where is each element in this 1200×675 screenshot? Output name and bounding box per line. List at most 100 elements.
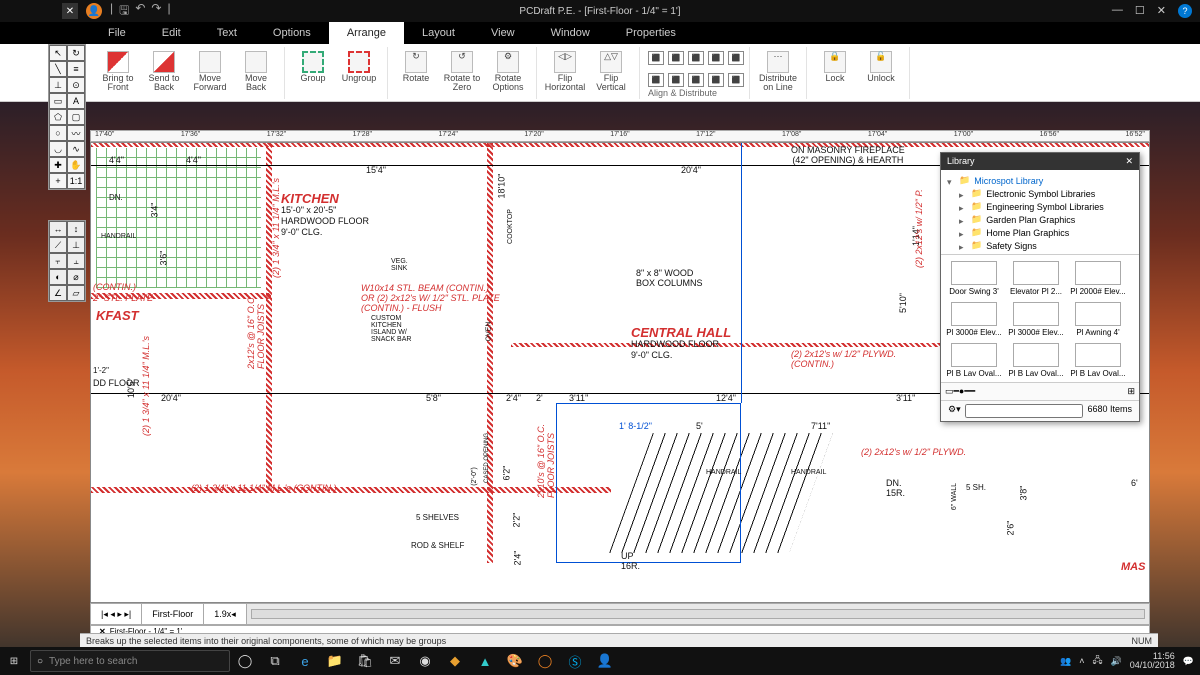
group-button[interactable]: Group: [293, 51, 333, 83]
close-button[interactable]: ✕: [1157, 4, 1166, 18]
cortana-icon[interactable]: ◯: [234, 650, 256, 672]
align-grid-button[interactable]: ⬛: [708, 73, 724, 87]
unlock-button[interactable]: 🔓Unlock: [861, 51, 901, 83]
taskview-icon[interactable]: ⧉: [264, 650, 286, 672]
explorer-icon[interactable]: 📁: [324, 650, 346, 672]
arc-tool[interactable]: ◡: [49, 141, 67, 157]
thumb-item[interactable]: Pl B Lav Oval...: [1069, 341, 1127, 378]
thumb-item[interactable]: Pl B Lav Oval...: [945, 341, 1003, 378]
distribute-line-button[interactable]: ⋯Distribute on Line: [758, 51, 798, 93]
taskbar-search[interactable]: ○ Type here to search: [30, 650, 230, 672]
save-icon[interactable]: 🖫: [119, 1, 129, 22]
hand-tool[interactable]: ✋: [67, 157, 85, 173]
distribute-v-button[interactable]: ⬛: [688, 73, 704, 87]
rad-dim-tool[interactable]: ◐: [49, 269, 67, 285]
menu-arrange[interactable]: Arrange: [329, 22, 404, 44]
vdim-tool[interactable]: ↕: [67, 221, 85, 237]
view-toggle-icon[interactable]: ⊞: [1127, 386, 1135, 397]
menu-text[interactable]: Text: [199, 22, 255, 44]
user-avatar[interactable]: 👤: [86, 3, 102, 19]
align-bottom-button[interactable]: ⬛: [648, 73, 664, 87]
move-back-button[interactable]: Move Back: [236, 51, 276, 93]
app-icon[interactable]: ◆: [444, 650, 466, 672]
thumb-item[interactable]: Pl 3000# Elev...: [1007, 300, 1065, 337]
rotate-tool[interactable]: ↻: [67, 45, 85, 61]
thumb-item[interactable]: Pl 3000# Elev...: [945, 300, 1003, 337]
notifications-icon[interactable]: 💬: [1183, 656, 1194, 667]
curve-tool[interactable]: ∿: [67, 141, 85, 157]
multi-line-tool[interactable]: ≡: [67, 61, 85, 77]
line-tool[interactable]: ╲: [49, 61, 67, 77]
hdim-tool[interactable]: ↔: [49, 221, 67, 237]
align-other-button[interactable]: ⬛: [728, 73, 744, 87]
clock[interactable]: 11:56 04/10/2018: [1130, 652, 1175, 670]
lock-button[interactable]: 🔒Lock: [815, 51, 855, 83]
select-tool[interactable]: ↖: [49, 45, 67, 61]
align-center-button[interactable]: ⬛: [668, 51, 684, 65]
align-left-button[interactable]: ⬛: [648, 51, 664, 65]
app-icon-orange[interactable]: ◯: [534, 650, 556, 672]
bring-to-front-button[interactable]: Bring to Front: [98, 51, 138, 93]
circle-tool[interactable]: ○: [49, 125, 67, 141]
rect-tool[interactable]: ▭: [49, 93, 67, 109]
skype-icon[interactable]: Ⓢ: [564, 650, 586, 672]
flip-horizontal-button[interactable]: ◁▷Flip Horizontal: [545, 51, 585, 93]
thumb-item[interactable]: Pl 2000# Elev...: [1069, 259, 1127, 296]
send-to-back-button[interactable]: Send to Back: [144, 51, 184, 93]
slope-dim-tool[interactable]: ⟋: [49, 237, 67, 253]
gear-icon[interactable]: ⚙▾: [944, 404, 965, 418]
move-forward-button[interactable]: Move Forward: [190, 51, 230, 93]
redo-icon[interactable]: ↷: [151, 1, 161, 22]
perp-dim-tool[interactable]: ⊥: [67, 237, 85, 253]
start-button[interactable]: ⊞: [0, 647, 28, 675]
tangent-tool[interactable]: ⊙: [67, 77, 85, 93]
freehand-tool[interactable]: 〰: [67, 125, 85, 141]
menu-options[interactable]: Options: [255, 22, 329, 44]
tab-first-floor[interactable]: First-Floor: [142, 604, 204, 624]
round-rect-tool[interactable]: ▢: [67, 109, 85, 125]
mail-icon[interactable]: ✉: [384, 650, 406, 672]
horizontal-scrollbar[interactable]: [251, 609, 1145, 619]
minimize-button[interactable]: —: [1112, 4, 1123, 18]
ungroup-button[interactable]: Ungroup: [339, 51, 379, 83]
marker-tool[interactable]: ✚: [49, 157, 67, 173]
poly-tool[interactable]: ⬠: [49, 109, 67, 125]
menu-edit[interactable]: Edit: [144, 22, 199, 44]
thumb-item[interactable]: Door Swing 3': [945, 259, 1003, 296]
rotate-options-button[interactable]: ⚙Rotate Options: [488, 51, 528, 93]
library-search-input[interactable]: [965, 404, 1084, 418]
ang-dim-tool[interactable]: ∠: [49, 285, 67, 301]
edge-icon[interactable]: e: [294, 650, 316, 672]
maximize-button[interactable]: ☐: [1135, 4, 1145, 18]
align-right-button[interactable]: ⬛: [688, 51, 704, 65]
chain-dim-tool[interactable]: ⫟: [49, 253, 67, 269]
people-icon[interactable]: 👥: [1060, 656, 1071, 667]
zoom-indicator[interactable]: 1.9x ◂: [204, 604, 247, 624]
menu-view[interactable]: View: [473, 22, 533, 44]
menu-window[interactable]: Window: [533, 22, 608, 44]
flip-vertical-button[interactable]: △▽Flip Vertical: [591, 51, 631, 93]
help-button[interactable]: ?: [1178, 4, 1192, 18]
text-tool[interactable]: A: [67, 93, 85, 109]
align-top-button[interactable]: ⬛: [708, 51, 724, 65]
perp-line-tool[interactable]: ⊥: [49, 77, 67, 93]
app-icon-2[interactable]: ▲: [474, 650, 496, 672]
menu-properties[interactable]: Properties: [608, 22, 694, 44]
store-icon[interactable]: 🛍: [354, 650, 376, 672]
pcdraft-icon[interactable]: 👤: [594, 650, 616, 672]
menu-layout[interactable]: Layout: [404, 22, 473, 44]
chrome-icon[interactable]: ◉: [414, 650, 436, 672]
dia-dim-tool[interactable]: ⌀: [67, 269, 85, 285]
distribute-h-button[interactable]: ⬛: [728, 51, 744, 65]
rotate-button[interactable]: ↻Rotate: [396, 51, 436, 83]
thumb-item[interactable]: Pl Awning 4': [1069, 300, 1127, 337]
close-icon-left[interactable]: ✕: [62, 3, 78, 19]
scale-tool[interactable]: 1:1: [67, 173, 85, 189]
page-nav[interactable]: |◂ ◂ ▸ ▸|: [91, 604, 142, 624]
library-tree[interactable]: ▾📁Microspot Library ▸📁Electronic Symbol …: [941, 170, 1139, 255]
undo-icon[interactable]: ↶: [135, 1, 145, 22]
thumb-item[interactable]: Pl B Lav Oval...: [1007, 341, 1065, 378]
network-icon[interactable]: 🖧: [1092, 653, 1102, 669]
rotate-zero-button[interactable]: ↺Rotate to Zero: [442, 51, 482, 93]
thumb-item[interactable]: Elevator Pl 2...: [1007, 259, 1065, 296]
